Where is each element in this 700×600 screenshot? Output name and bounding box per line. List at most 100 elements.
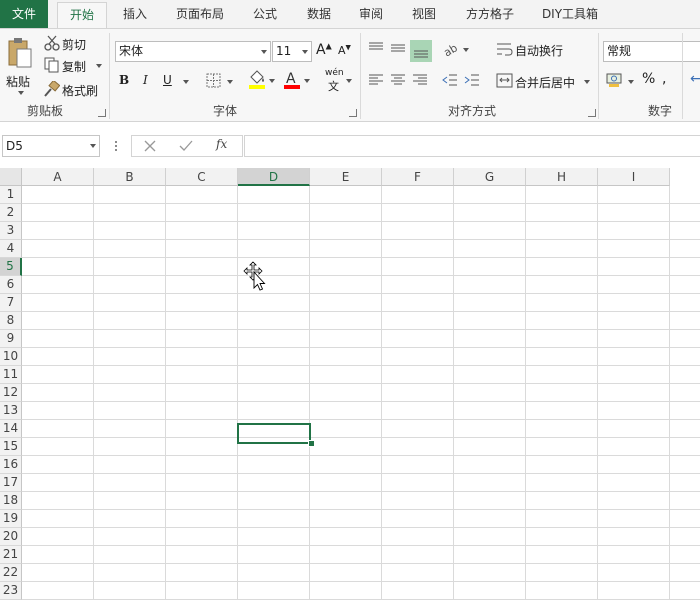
tab-diy-toolbox[interactable]: DIY工具箱 (535, 0, 605, 28)
font-launcher-icon[interactable] (349, 109, 357, 117)
merge-center-icon (496, 73, 513, 88)
align-right-button[interactable] (412, 73, 430, 91)
row-header-13[interactable]: 13 (0, 402, 22, 420)
row-header-7[interactable]: 7 (0, 294, 22, 312)
column-header-e[interactable]: E (310, 168, 382, 186)
formula-input[interactable] (244, 135, 700, 157)
row-header-14[interactable]: 14 (0, 420, 22, 438)
font-group-label: 字体 (212, 104, 237, 118)
row-header-17[interactable]: 17 (0, 474, 22, 492)
wrap-text-button[interactable]: 自动换行 (494, 39, 570, 59)
insert-function-icon[interactable]: fx (216, 137, 227, 151)
svg-text:A: A (286, 71, 296, 87)
number-format-select[interactable]: 常规 (603, 41, 700, 62)
cut-button[interactable]: 剪切 (42, 33, 102, 53)
font-color-icon: A (284, 71, 300, 89)
name-box[interactable]: D5 (2, 135, 100, 157)
row-header-9[interactable]: 9 (0, 330, 22, 348)
align-left-button[interactable] (368, 73, 386, 91)
accounting-format-button[interactable] (606, 71, 636, 91)
tab-ffgz[interactable]: 方方格子 (459, 0, 521, 28)
underline-button[interactable]: U (163, 73, 191, 91)
decrease-font-icon: A▼ (338, 43, 351, 57)
font-name-select[interactable]: 宋体 (115, 41, 271, 62)
tab-file[interactable]: 文件 (0, 0, 48, 28)
tab-insert[interactable]: 插入 (113, 0, 157, 28)
italic-button[interactable]: I (143, 73, 157, 91)
copy-button[interactable]: 复制 (42, 55, 104, 75)
row-header-5[interactable]: 5 (0, 258, 22, 276)
borders-button[interactable] (204, 71, 236, 91)
tab-review[interactable]: 审阅 (350, 0, 392, 28)
merge-center-button[interactable]: 合并后居中 (494, 71, 592, 91)
tab-view[interactable]: 视图 (403, 0, 445, 28)
column-header-c[interactable]: C (166, 168, 238, 186)
bold-button[interactable]: B (119, 73, 133, 91)
row-header-4[interactable]: 4 (0, 240, 22, 258)
align-middle-button[interactable] (390, 41, 408, 59)
selected-cell[interactable] (237, 423, 311, 444)
column-header-f[interactable]: F (382, 168, 454, 186)
cell-area[interactable] (22, 186, 700, 600)
format-painter-button[interactable]: 格式刷 (42, 79, 104, 99)
increase-indent-icon (464, 74, 479, 86)
tab-formulas[interactable]: 公式 (244, 0, 286, 28)
align-top-button[interactable] (368, 41, 386, 59)
row-header-6[interactable]: 6 (0, 276, 22, 294)
row-header-8[interactable]: 8 (0, 312, 22, 330)
decrease-font-button[interactable]: A▼ (338, 43, 354, 63)
increase-font-icon: A▲ (316, 41, 332, 58)
row-header-20[interactable]: 20 (0, 528, 22, 546)
phonetic-glyph-icon: 文 (328, 80, 339, 93)
row-header-19[interactable]: 19 (0, 510, 22, 528)
increase-decimal-button[interactable]: ← (690, 71, 700, 91)
format-painter-label: 格式刷 (62, 84, 99, 98)
paste-label: 粘贴 (6, 75, 31, 89)
row-header-16[interactable]: 16 (0, 456, 22, 474)
fill-handle[interactable] (308, 440, 315, 447)
group-divider (109, 33, 110, 119)
paste-button[interactable]: 粘贴 (4, 35, 34, 99)
fill-color-button[interactable] (246, 69, 276, 91)
column-header-h[interactable]: H (526, 168, 598, 186)
more-options-icon[interactable] (114, 137, 118, 155)
row-header-22[interactable]: 22 (0, 564, 22, 582)
row-header-12[interactable]: 12 (0, 384, 22, 402)
select-all-corner[interactable] (0, 168, 22, 186)
tab-home[interactable]: 开始 (57, 2, 107, 29)
row-header-21[interactable]: 21 (0, 546, 22, 564)
font-color-button[interactable]: A (282, 69, 312, 91)
tab-page-layout[interactable]: 页面布局 (168, 0, 232, 28)
row-header-18[interactable]: 18 (0, 492, 22, 510)
align-bottom-button[interactable] (410, 40, 432, 62)
accounting-icon (606, 73, 622, 87)
row-header-23[interactable]: 23 (0, 582, 22, 600)
percent-style-button[interactable]: % (642, 71, 656, 91)
row-header-15[interactable]: 15 (0, 438, 22, 456)
tab-data[interactable]: 数据 (298, 0, 340, 28)
font-size-select[interactable]: 11 (272, 41, 312, 62)
column-header-a[interactable]: A (22, 168, 94, 186)
alignment-launcher-icon[interactable] (588, 109, 596, 117)
clipboard-launcher-icon[interactable] (98, 109, 106, 117)
merge-center-label: 合并后居中 (515, 76, 576, 90)
row-header-10[interactable]: 10 (0, 348, 22, 366)
column-header-i[interactable]: I (598, 168, 670, 186)
row-header-3[interactable]: 3 (0, 222, 22, 240)
cancel-icon[interactable] (144, 140, 156, 152)
row-header-2[interactable]: 2 (0, 204, 22, 222)
phonetic-guide-button[interactable]: wén 文 (324, 68, 354, 93)
decrease-indent-button[interactable] (442, 73, 460, 91)
column-header-d[interactable]: D (238, 168, 310, 186)
column-header-g[interactable]: G (454, 168, 526, 186)
worksheet-grid: ABCDEFGHI 1 2 3 4 5 6 7 8 9 10 11 12 13 14 15 16 17 18 19 2… (0, 168, 700, 600)
column-header-b[interactable]: B (94, 168, 166, 186)
enter-check-icon[interactable] (179, 140, 193, 152)
row-header-1[interactable]: 1 (0, 186, 22, 204)
comma-style-button[interactable]: , (662, 71, 676, 91)
increase-font-button[interactable]: A▲ (316, 41, 332, 61)
increase-indent-button[interactable] (464, 73, 482, 91)
align-center-button[interactable] (390, 73, 408, 91)
orientation-button[interactable]: ab (441, 41, 470, 61)
row-header-11[interactable]: 11 (0, 366, 22, 384)
